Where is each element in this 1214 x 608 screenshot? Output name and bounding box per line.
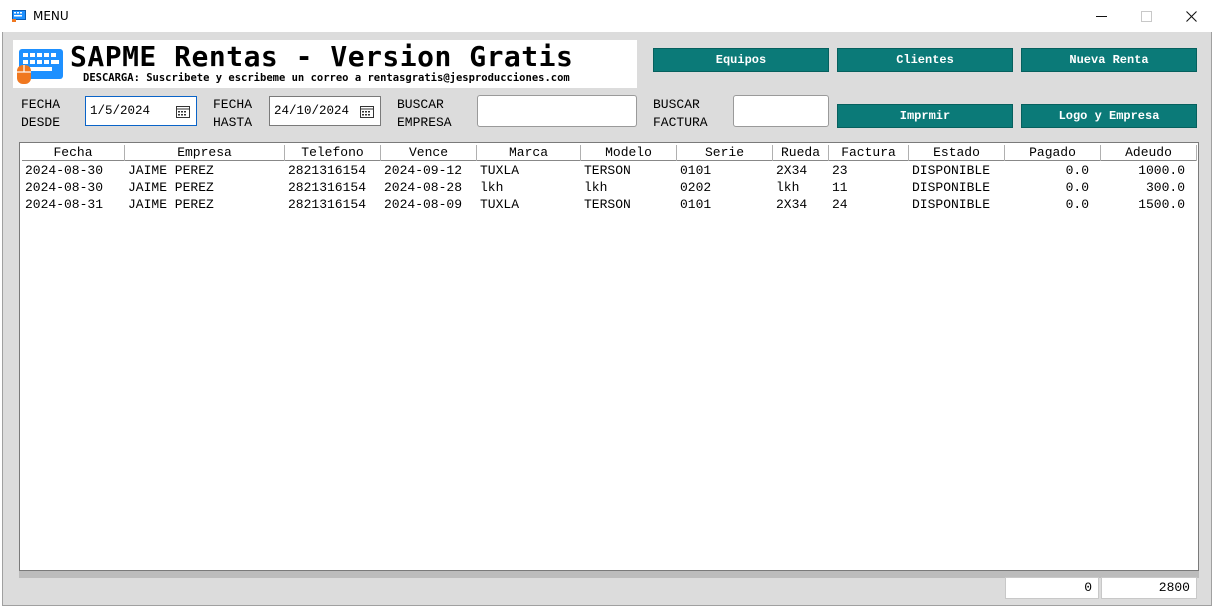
keyboard-icon — [17, 49, 63, 84]
cell-modelo: lkh — [584, 180, 608, 195]
cell-fecha: 2024-08-30 — [25, 180, 104, 195]
fecha-hasta-value: 24/10/2024 — [274, 104, 350, 118]
window-title: MENU — [33, 9, 69, 23]
maximize-button[interactable] — [1123, 0, 1169, 32]
column-header-factura[interactable]: Factura — [829, 145, 909, 161]
app-subtitle: DESCARGA: Suscribete y escribeme un corr… — [83, 72, 570, 84]
logo-banner: SAPME Rentas - Version Gratis DESCARGA: … — [13, 40, 637, 88]
fecha-desde-label: FECHA DESDE — [21, 96, 60, 132]
maximize-icon — [1140, 10, 1152, 22]
app-icon — [12, 10, 26, 22]
logo-empresa-button[interactable]: Logo y Empresa — [1021, 104, 1197, 128]
cell-estado: DISPONIBLE — [912, 180, 991, 195]
column-header-serie[interactable]: Serie — [677, 145, 773, 161]
cell-pagado: 0.0 — [1065, 197, 1089, 212]
clientes-button[interactable]: Clientes — [837, 48, 1013, 72]
cell-rueda: lkh — [776, 180, 800, 195]
table-row[interactable]: 2024-08-31 JAIME PEREZ 2821316154 2024-0… — [22, 196, 1197, 213]
cell-fecha: 2024-08-31 — [25, 197, 104, 212]
cell-adeudo: 300.0 — [1145, 180, 1185, 195]
cell-telefono: 2821316154 — [288, 163, 367, 178]
column-header-fecha[interactable]: Fecha — [22, 145, 125, 161]
column-header-telefono[interactable]: Telefono — [285, 145, 381, 161]
cell-empresa: JAIME PEREZ — [128, 197, 214, 212]
imprimir-button[interactable]: Imprmir — [837, 104, 1013, 128]
column-header-pagado[interactable]: Pagado — [1005, 145, 1101, 161]
column-header-empresa[interactable]: Empresa — [125, 145, 285, 161]
calendar-icon[interactable] — [176, 105, 190, 118]
fecha-hasta-label: FECHA HASTA — [213, 96, 252, 132]
buscar-factura-label: BUSCAR FACTURA — [653, 96, 708, 132]
nueva-renta-button[interactable]: Nueva Renta — [1021, 48, 1197, 72]
buscar-factura-label-line2: FACTURA — [653, 115, 708, 130]
table-row[interactable]: 2024-08-30 JAIME PEREZ 2821316154 2024-0… — [22, 179, 1197, 196]
buscar-empresa-label-line2: EMPRESA — [397, 115, 452, 130]
cell-empresa: JAIME PEREZ — [128, 163, 214, 178]
buscar-empresa-label-line1: BUSCAR — [397, 97, 444, 112]
fecha-hasta-label-line1: FECHA — [213, 97, 253, 112]
buscar-factura-label-line1: BUSCAR — [653, 97, 700, 112]
title-bar: MENU — [0, 0, 1214, 32]
cell-marca: lkh — [480, 180, 504, 195]
cell-vence: 2024-08-09 — [384, 197, 463, 212]
rentas-table[interactable]: Fecha Empresa Telefono Vence Marca Model… — [19, 142, 1199, 571]
minimize-button[interactable] — [1078, 0, 1124, 32]
cell-factura: 23 — [832, 163, 848, 178]
cell-telefono: 2821316154 — [288, 180, 367, 195]
equipos-button[interactable]: Equipos — [653, 48, 829, 72]
fecha-desde-label-line1: FECHA — [21, 97, 61, 112]
app-title: SAPME Rentas - Version Gratis — [70, 40, 574, 73]
fecha-hasta-picker[interactable]: 24/10/2024 — [269, 96, 381, 126]
cell-fecha: 2024-08-30 — [25, 163, 104, 178]
column-header-vence[interactable]: Vence — [381, 145, 477, 161]
cell-serie: 0101 — [680, 163, 712, 178]
total-adeudo: 2800 — [1101, 577, 1197, 599]
column-header-estado[interactable]: Estado — [909, 145, 1005, 161]
close-button[interactable] — [1168, 0, 1214, 32]
fecha-desde-picker[interactable]: 1/5/2024 — [85, 96, 197, 126]
cell-adeudo: 1500.0 — [1138, 197, 1185, 212]
cell-adeudo: 1000.0 — [1138, 163, 1185, 178]
calendar-icon[interactable] — [360, 105, 374, 118]
cell-serie: 0202 — [680, 180, 712, 195]
column-header-adeudo[interactable]: Adeudo — [1101, 145, 1197, 161]
cell-marca: TUXLA — [480, 163, 520, 178]
cell-rueda: 2X34 — [776, 197, 808, 212]
cell-estado: DISPONIBLE — [912, 163, 991, 178]
cell-empresa: JAIME PEREZ — [128, 180, 214, 195]
cell-vence: 2024-08-28 — [384, 180, 463, 195]
column-header-marca[interactable]: Marca — [477, 145, 581, 161]
cell-estado: DISPONIBLE — [912, 197, 991, 212]
cell-factura: 11 — [832, 180, 848, 195]
table-body: 2024-08-30 JAIME PEREZ 2821316154 2024-0… — [22, 162, 1197, 213]
fecha-hasta-label-line2: HASTA — [213, 115, 253, 130]
cell-modelo: TERSON — [584, 197, 631, 212]
column-header-rueda[interactable]: Rueda — [773, 145, 829, 161]
cell-pagado: 0.0 — [1065, 180, 1089, 195]
fecha-desde-label-line2: DESDE — [21, 115, 61, 130]
fecha-desde-value: 1/5/2024 — [90, 104, 151, 118]
cell-serie: 0101 — [680, 197, 712, 212]
minimize-icon — [1095, 15, 1107, 17]
cell-rueda: 2X34 — [776, 163, 808, 178]
cell-marca: TUXLA — [480, 197, 520, 212]
buscar-factura-input[interactable] — [733, 95, 829, 127]
table-row[interactable]: 2024-08-30 JAIME PEREZ 2821316154 2024-0… — [22, 162, 1197, 179]
column-header-modelo[interactable]: Modelo — [581, 145, 677, 161]
cell-pagado: 0.0 — [1065, 163, 1089, 178]
cell-factura: 24 — [832, 197, 848, 212]
buscar-empresa-label: BUSCAR EMPRESA — [397, 96, 452, 132]
buscar-empresa-input[interactable] — [477, 95, 637, 127]
table-header: Fecha Empresa Telefono Vence Marca Model… — [22, 145, 1197, 161]
close-icon — [1185, 10, 1197, 22]
total-pagado: 0 — [1005, 577, 1099, 599]
main-panel: SAPME Rentas - Version Gratis DESCARGA: … — [2, 32, 1212, 606]
cell-modelo: TERSON — [584, 163, 631, 178]
cell-telefono: 2821316154 — [288, 197, 367, 212]
cell-vence: 2024-09-12 — [384, 163, 463, 178]
